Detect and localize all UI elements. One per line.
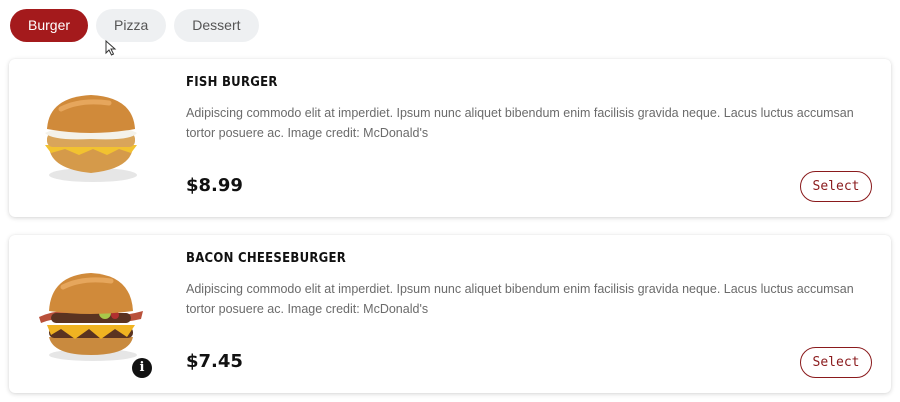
product-description: Adipiscing commodo elit at imperdiet. Ip… [186,106,854,140]
fish-burger-image [45,95,137,182]
select-button[interactable]: Select [800,171,872,202]
product-card-bacon-cheeseburger: i BACON CHEESEBURGER Adipiscing commodo … [9,235,891,393]
tab-burger[interactable]: Burger [10,9,89,42]
bacon-cheeseburger-image [39,273,143,361]
product-price: $8.99 [186,175,243,196]
tab-dessert[interactable]: Dessert [174,9,259,42]
product-price: $7.45 [186,351,243,372]
category-tabs: Burger Pizza Dessert [10,9,259,42]
product-description: Adipiscing commodo elit at imperdiet. Ip… [186,282,854,316]
select-button[interactable]: Select [800,347,872,378]
product-name: FISH BURGER [186,75,278,90]
mouse-cursor-icon [105,40,117,56]
info-icon[interactable]: i [132,358,152,378]
product-name: BACON CHEESEBURGER [186,251,347,266]
product-card-fish-burger: FISH BURGER Adipiscing commodo elit at i… [9,59,891,217]
tab-pizza[interactable]: Pizza [96,9,167,42]
